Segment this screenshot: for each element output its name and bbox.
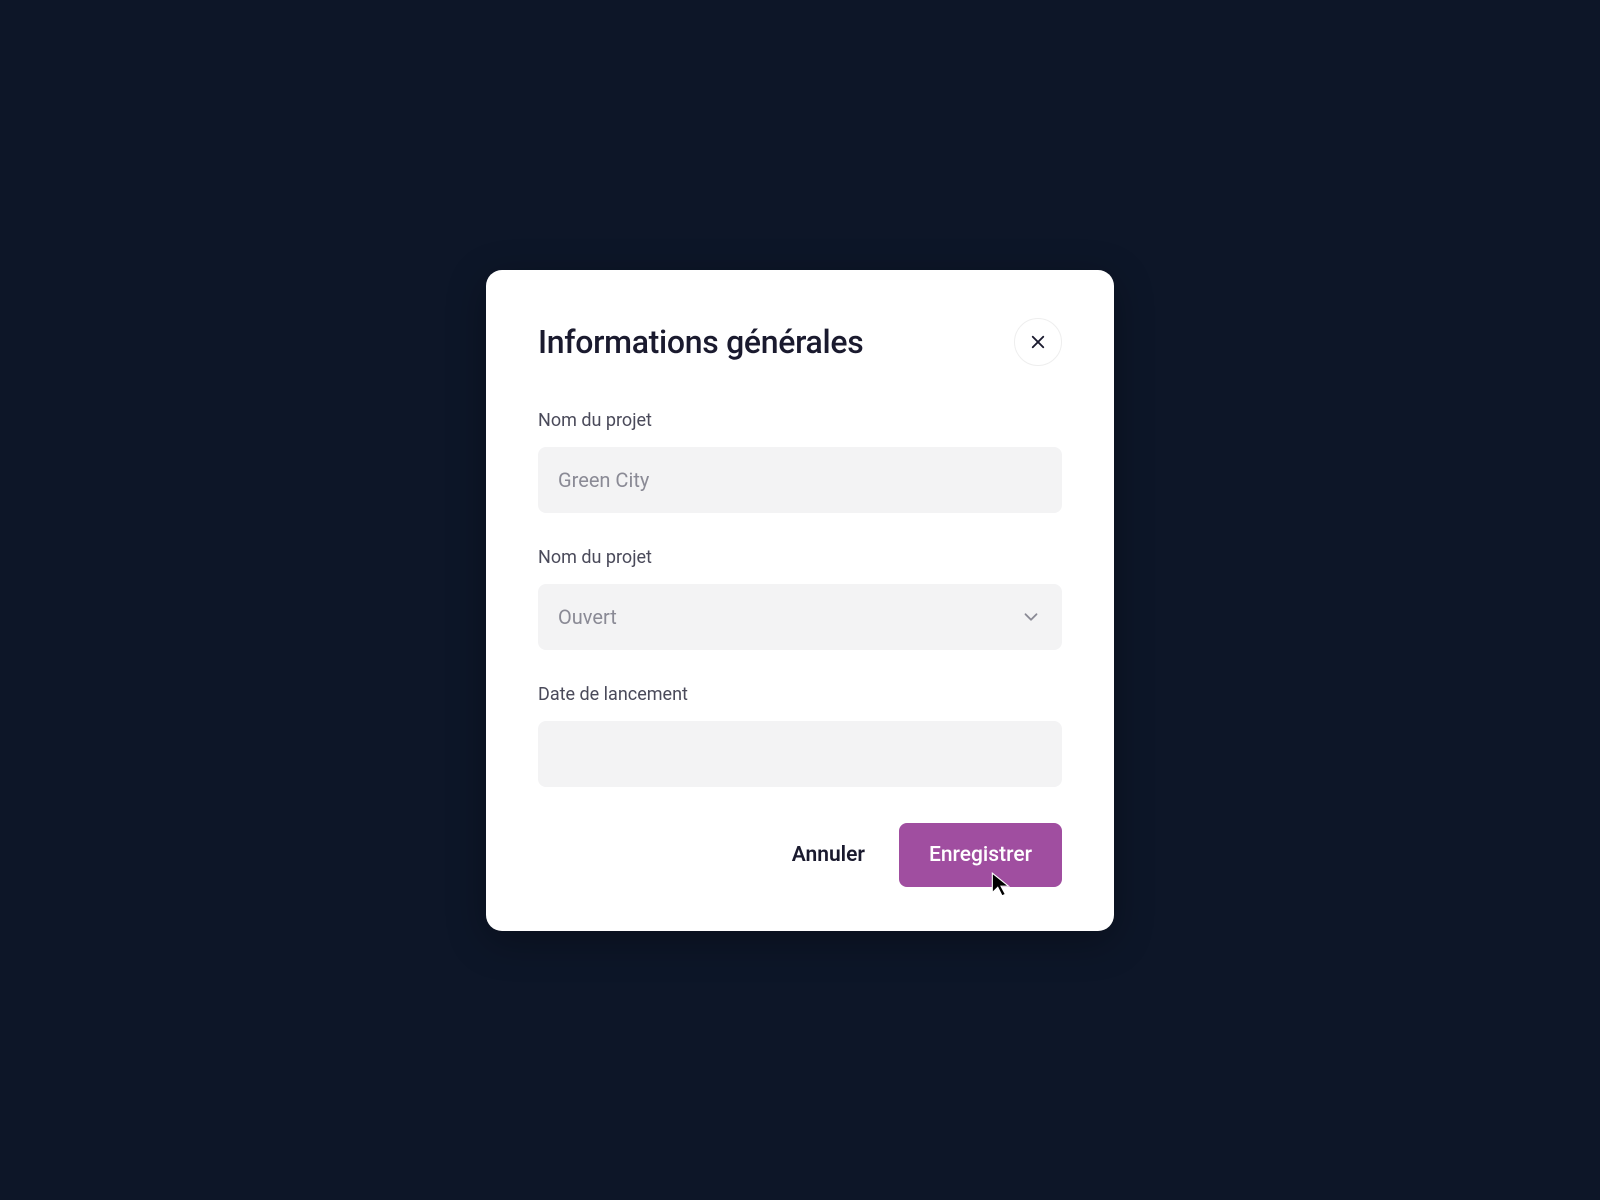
chevron-down-icon <box>1020 606 1042 628</box>
modal-title: Informations générales <box>538 323 863 361</box>
form-group-project-status: Nom du projet Ouvert <box>538 547 1062 650</box>
modal-footer: Annuler Enregistrer <box>538 823 1062 887</box>
project-name-label: Nom du projet <box>538 410 1062 431</box>
modal-header: Informations générales <box>538 318 1062 366</box>
close-button[interactable] <box>1014 318 1062 366</box>
form-group-project-name: Nom du projet <box>538 410 1062 513</box>
close-icon <box>1029 333 1047 351</box>
launch-date-input[interactable] <box>538 721 1062 787</box>
project-status-label: Nom du projet <box>538 547 1062 568</box>
project-status-selected: Ouvert <box>558 605 617 629</box>
launch-date-label: Date de lancement <box>538 684 1062 705</box>
project-name-input[interactable] <box>538 447 1062 513</box>
cancel-button[interactable]: Annuler <box>788 835 869 875</box>
save-button[interactable]: Enregistrer <box>899 823 1062 887</box>
form-group-launch-date: Date de lancement <box>538 684 1062 787</box>
project-status-select[interactable]: Ouvert <box>538 584 1062 650</box>
modal-dialog: Informations générales Nom du projet Nom… <box>486 270 1114 931</box>
